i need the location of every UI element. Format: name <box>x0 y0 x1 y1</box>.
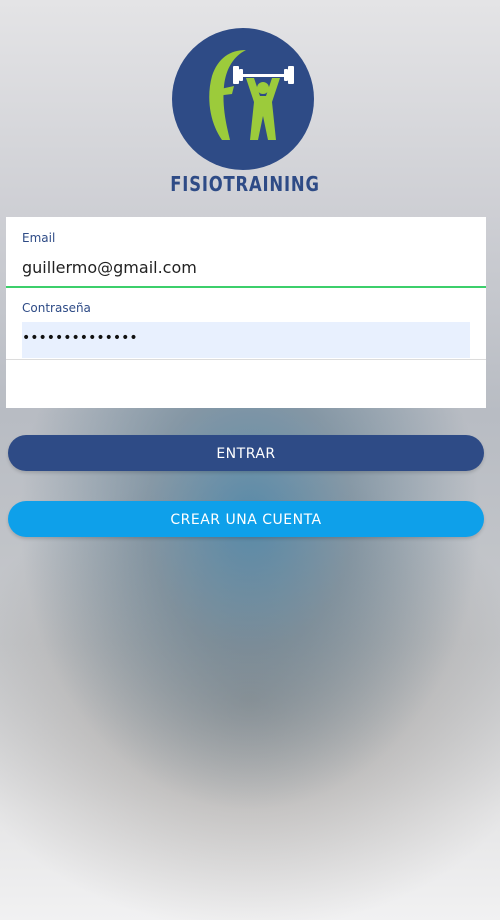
weightlifter-logo-icon <box>209 50 294 140</box>
logo-circle <box>172 28 314 170</box>
email-focus-underline <box>6 286 486 288</box>
password-label: Contraseña <box>22 301 91 315</box>
password-underline <box>6 359 486 360</box>
password-masked-value: •••••••••••••• <box>22 330 138 346</box>
login-button[interactable]: ENTRAR <box>8 435 484 471</box>
email-label: Email <box>22 231 56 245</box>
email-field[interactable]: guillermo@gmail.com <box>22 258 197 277</box>
login-form: Email guillermo@gmail.com Contraseña •••… <box>6 217 486 408</box>
create-account-button[interactable]: CREAR UNA CUENTA <box>8 501 484 537</box>
brand-logo <box>172 28 314 170</box>
brand-name: FISIOTRAINING <box>170 172 320 196</box>
